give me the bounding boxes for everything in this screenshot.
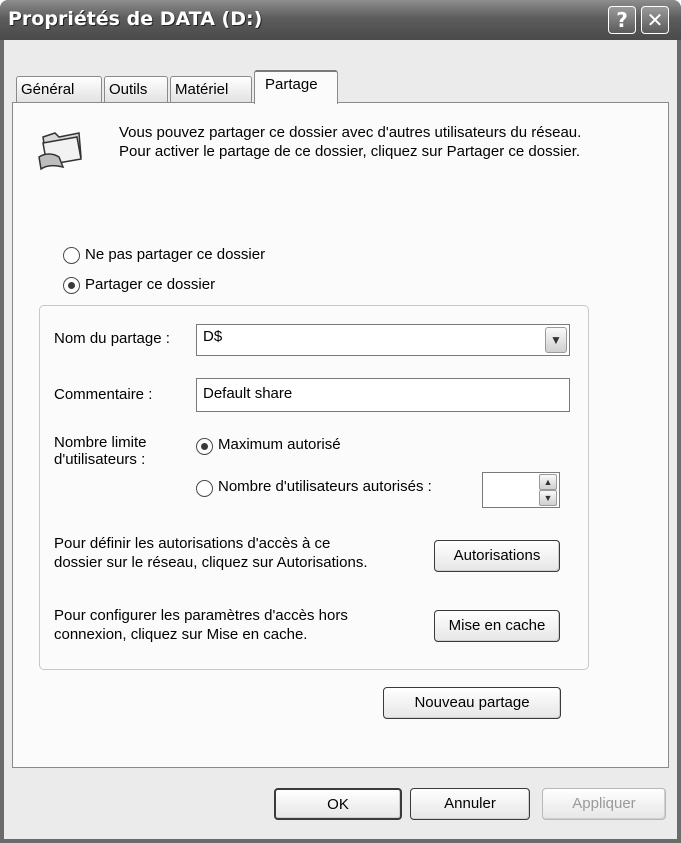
tab-hardware[interactable]: Matériel — [170, 76, 252, 102]
radio-share-label[interactable]: Partager ce dossier — [85, 276, 215, 293]
share-name-combo[interactable]: D$ ▼ — [196, 324, 570, 356]
user-limit-label-2: d'utilisateurs : — [54, 451, 146, 468]
spin-down-icon[interactable]: ▼ — [539, 490, 557, 506]
dialog-client-area: Général Outils Matériel Partage Vous pou… — [4, 40, 677, 839]
comment-input[interactable]: Default share — [196, 378, 570, 412]
radio-users-allowed-label[interactable]: Nombre d'utilisateurs autorisés : — [218, 478, 432, 495]
sharing-panel: Vous pouvez partager ce dossier avec d'a… — [12, 102, 669, 768]
properties-dialog: Propriétés de DATA (D:) ? ✕ Général Outi… — [0, 0, 681, 843]
sharing-info-text: Vous pouvez partager ce dossier avec d'a… — [119, 124, 582, 160]
window-title: Propriétés de DATA (D:) — [8, 8, 263, 30]
comment-label: Commentaire : — [54, 386, 153, 403]
apply-button[interactable]: Appliquer — [542, 788, 666, 820]
tab-tools[interactable]: Outils — [104, 76, 168, 102]
ok-button[interactable]: OK — [274, 788, 402, 820]
shared-folder-icon — [37, 123, 87, 171]
spin-up-icon[interactable]: ▲ — [539, 474, 557, 490]
cancel-button[interactable]: Annuler — [410, 788, 530, 820]
cache-text-2: connexion, cliquez sur Mise en cache. — [54, 626, 308, 643]
radio-users-allowed[interactable] — [196, 480, 213, 497]
share-name-value: D$ — [203, 328, 223, 345]
permissions-button[interactable]: Autorisations — [434, 540, 560, 572]
radio-max-allowed[interactable] — [196, 438, 213, 455]
new-share-button[interactable]: Nouveau partage — [383, 687, 561, 719]
title-bar[interactable]: Propriétés de DATA (D:) ? ✕ — [0, 0, 681, 40]
user-limit-label-1: Nombre limite — [54, 434, 147, 451]
cache-text-1: Pour configurer les paramètres d'accès h… — [54, 607, 348, 624]
tab-general[interactable]: Général — [16, 76, 102, 102]
share-settings-group: Nom du partage : D$ ▼ Commentaire : Defa… — [39, 305, 589, 670]
permissions-text-1: Pour définir les autorisations d'accès à… — [54, 535, 331, 552]
radio-max-allowed-label[interactable]: Maximum autorisé — [218, 436, 341, 453]
radio-no-share-label[interactable]: Ne pas partager ce dossier — [85, 246, 265, 263]
radio-no-share[interactable] — [63, 247, 80, 264]
tab-sharing[interactable]: Partage — [254, 70, 338, 104]
radio-share[interactable] — [63, 277, 80, 294]
help-button[interactable]: ? — [608, 6, 636, 34]
users-count-spinner[interactable]: ▲ ▼ — [482, 472, 560, 508]
permissions-text-2: dossier sur le réseau, cliquez sur Autor… — [54, 554, 368, 571]
close-button[interactable]: ✕ — [641, 6, 669, 34]
share-name-label: Nom du partage : — [54, 330, 170, 347]
chevron-down-icon[interactable]: ▼ — [545, 327, 567, 353]
cache-button[interactable]: Mise en cache — [434, 610, 560, 642]
